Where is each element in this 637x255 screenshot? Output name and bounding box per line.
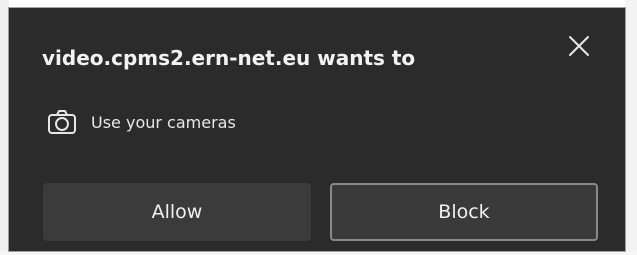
block-button[interactable]: Block [330,183,598,241]
page-background-left [0,0,9,255]
page-background-right [625,0,637,255]
permission-dialog: video.cpms2.ern-net.eu wants to Use your… [9,8,625,251]
page-background-bottom [0,251,637,255]
permission-label: Use your cameras [91,112,236,132]
dialog-title: video.cpms2.ern-net.eu wants to [42,46,416,70]
close-icon [569,36,589,56]
camera-icon [48,110,76,134]
allow-button[interactable]: Allow [43,183,311,241]
permission-request-row: Use your cameras [47,109,236,135]
close-button[interactable] [564,31,594,61]
page-background-top [0,0,637,8]
